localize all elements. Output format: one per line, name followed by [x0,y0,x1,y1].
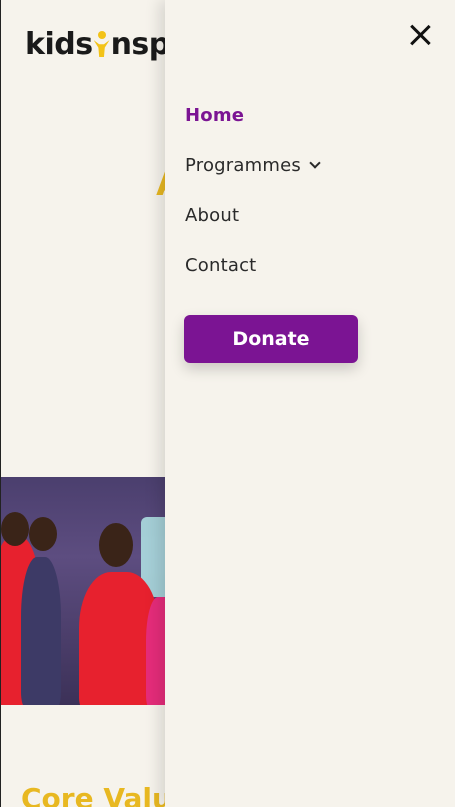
photo-child [21,557,61,705]
site-logo[interactable]: kids nspi [25,22,180,66]
photo-child-head [1,512,29,546]
logo-text-left: kids [25,26,93,62]
section-title: Core Valu [21,782,172,807]
nav-item-programmes[interactable]: Programmes [185,140,321,190]
nav-item-home[interactable]: Home [185,90,319,140]
nav-item-label: Programmes [185,154,301,176]
logo-figure-icon [93,31,110,57]
photo-child-head [29,517,57,551]
close-icon[interactable] [407,22,433,48]
nav-item-about[interactable]: About [185,190,319,240]
donate-button[interactable]: Donate [184,315,358,363]
drawer-nav: Home Programmes About Contact [185,90,321,290]
photo-child-head [99,523,133,567]
nav-drawer: Home Programmes About Contact Donate [165,0,455,807]
nav-item-contact[interactable]: Contact [185,240,319,290]
chevron-down-icon[interactable] [309,156,321,169]
